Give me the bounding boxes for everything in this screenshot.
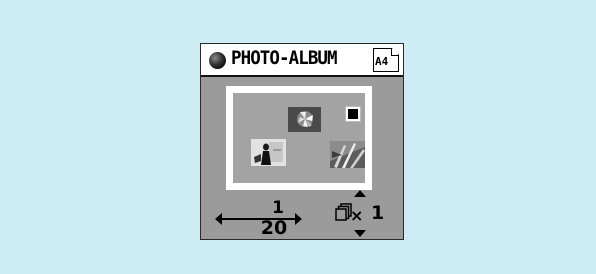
paper-corner-fold — [391, 48, 399, 56]
printer-screen: PHOTO-ALBUM A4 1 20 × 1 — [0, 0, 596, 274]
lcd-panel: PHOTO-ALBUM A4 1 20 × 1 — [200, 43, 404, 240]
total-page-count: 20 — [260, 217, 288, 239]
spiral-photo-icon — [288, 107, 321, 132]
photo-thumbnail-spiral[interactable] — [288, 107, 321, 132]
photo-thumbnail-foliage[interactable] — [330, 141, 365, 168]
layout-preview-area — [233, 93, 365, 183]
right-arrow-icon[interactable] — [295, 213, 302, 225]
copies-multiply-sign: × — [350, 206, 364, 225]
down-arrow-icon[interactable] — [354, 230, 366, 237]
current-page-number: 1 — [272, 198, 284, 218]
selection-marker-icon — [345, 106, 361, 122]
person-photo-icon — [251, 139, 286, 166]
layout-preview-sheet — [226, 86, 372, 190]
copies-count: 1 — [371, 202, 385, 224]
foliage-photo-icon — [330, 141, 365, 168]
screen-title: PHOTO-ALBUM — [231, 47, 338, 69]
page-navigator[interactable]: 1 20 — [215, 198, 303, 239]
paper-size-label: A4 — [375, 55, 389, 68]
mode-indicator-icon — [209, 52, 226, 69]
title-bar: PHOTO-ALBUM A4 — [201, 44, 403, 77]
up-arrow-icon[interactable] — [354, 190, 366, 197]
photo-thumbnail-person[interactable] — [251, 139, 286, 166]
copies-selector[interactable]: × 1 — [333, 190, 403, 239]
